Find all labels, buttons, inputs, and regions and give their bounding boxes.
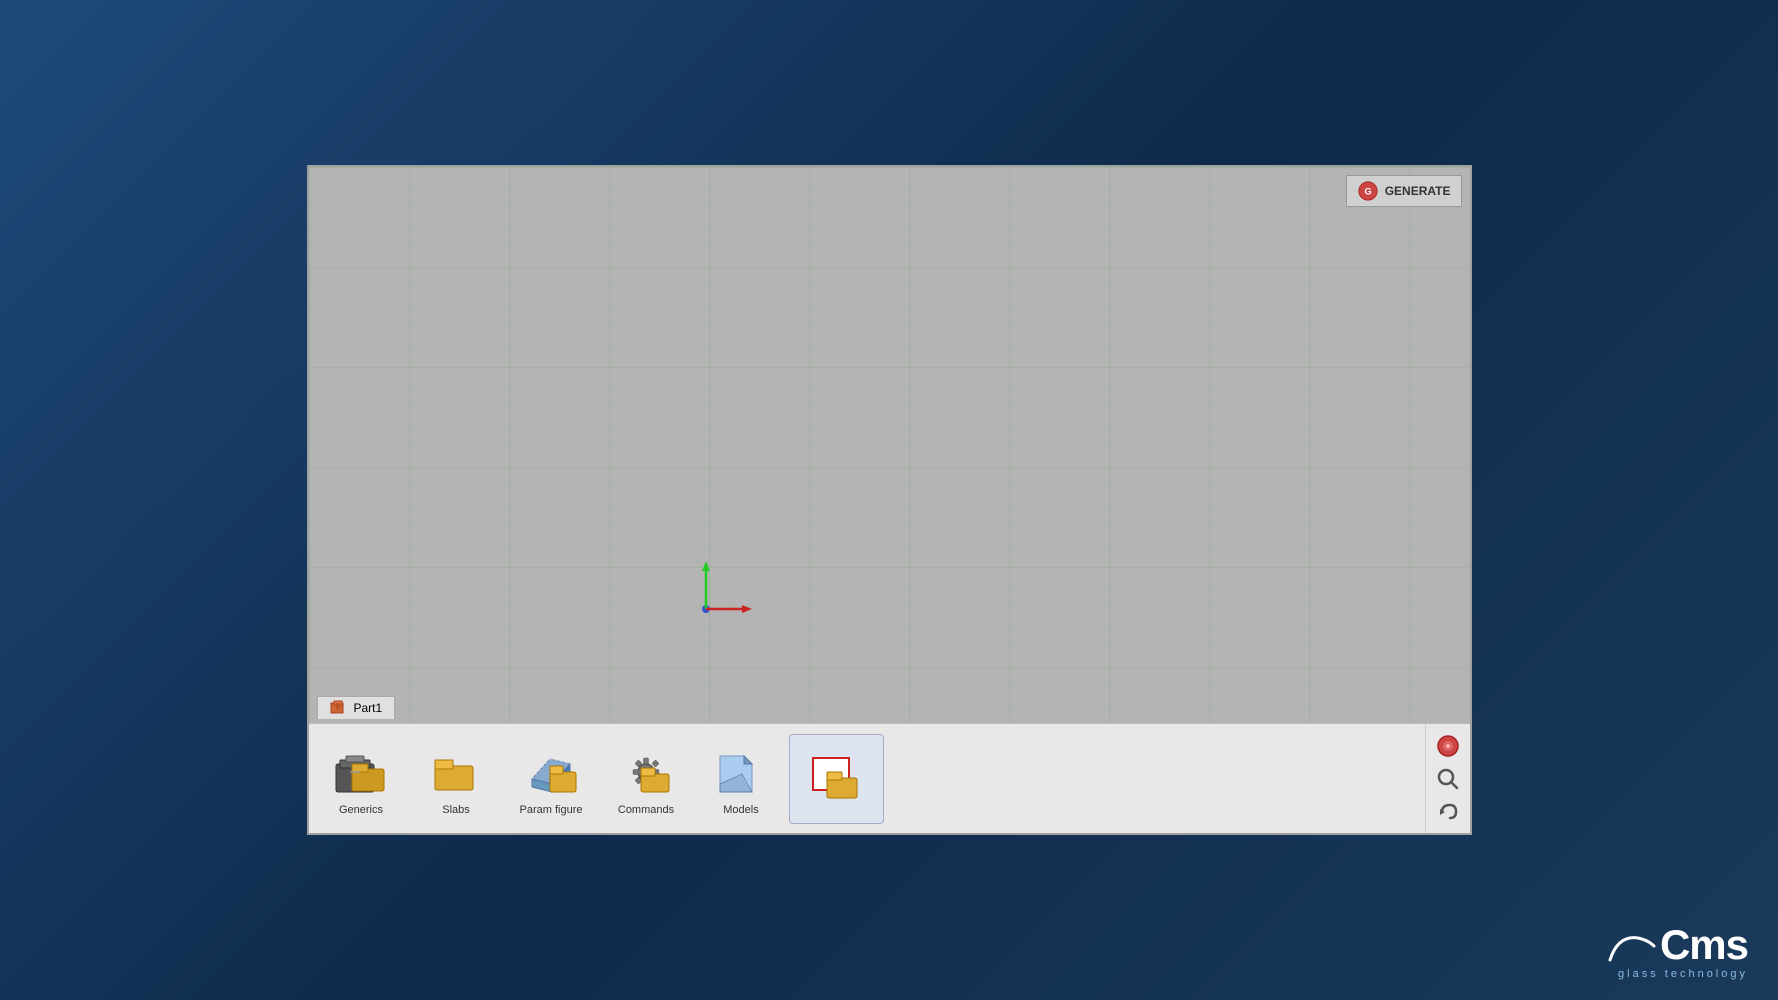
models-icon — [712, 744, 770, 799]
right-icon-top[interactable] — [1432, 730, 1464, 762]
generics-icon — [332, 744, 390, 799]
toolbar-item-slabs[interactable]: Slabs — [409, 734, 504, 824]
cms-name: Cms — [1660, 924, 1748, 966]
app-window: G GENERATE Part1 — [307, 165, 1472, 835]
commands-label: Commands — [618, 804, 674, 816]
axes-widget — [684, 557, 764, 637]
generate-label: GENERATE — [1385, 184, 1451, 198]
svg-text:G: G — [1364, 187, 1371, 197]
undo-button[interactable] — [1432, 796, 1464, 828]
cms-swoosh-icon — [1608, 930, 1656, 966]
generate-icon: G — [1357, 180, 1379, 202]
undo-icon — [1436, 800, 1460, 824]
grid-background — [309, 167, 1470, 723]
toolbar-items: Generics Slabs — [309, 724, 1425, 833]
slabs-icon-area — [426, 742, 486, 802]
models-label: Models — [723, 804, 758, 816]
models-icon-area — [711, 742, 771, 802]
param-figure-icon — [522, 744, 580, 799]
toolbar-item-commands[interactable]: Commands — [599, 734, 694, 824]
toolbar-item-param-figure[interactable]: Param figure — [504, 734, 599, 824]
param-figure-icon-area — [521, 742, 581, 802]
search-button[interactable] — [1432, 763, 1464, 795]
param-figure-label: Param figure — [520, 804, 583, 816]
toolbar-item-models[interactable]: Models — [694, 734, 789, 824]
commands-icon — [617, 744, 675, 799]
part-tab-icon — [330, 700, 348, 716]
generics-icon-area — [331, 742, 391, 802]
slabs-label: Slabs — [442, 804, 470, 816]
generics-label: Generics — [339, 804, 383, 816]
slabs-icon — [427, 744, 485, 799]
extra-icon-area — [806, 748, 866, 808]
cms-logo: Cms glass technology — [1608, 924, 1748, 980]
toolbar-item-extra[interactable] — [789, 734, 884, 824]
part-tab-label: Part1 — [354, 701, 383, 715]
toolbar-item-generics[interactable]: Generics — [314, 734, 409, 824]
outer-frame: G GENERATE Part1 — [0, 0, 1778, 1000]
commands-icon-area — [616, 742, 676, 802]
generate-button[interactable]: G GENERATE — [1346, 175, 1462, 207]
search-icon — [1436, 767, 1460, 791]
bottom-toolbar: Part1 — [309, 723, 1470, 833]
top-right-icon — [1435, 733, 1461, 759]
extra-icon — [807, 750, 865, 805]
cms-tagline: glass technology — [1618, 968, 1748, 980]
right-icons — [1425, 724, 1470, 833]
viewport[interactable]: G GENERATE — [309, 167, 1470, 723]
part-tab[interactable]: Part1 — [317, 696, 396, 719]
